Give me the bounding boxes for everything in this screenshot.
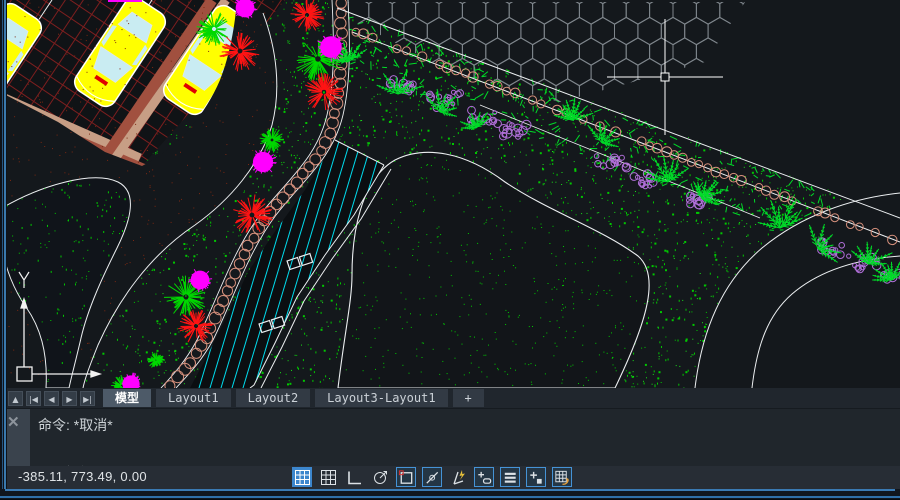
status-bar: -385.11, 773.49, 0.00 (0, 466, 900, 489)
tab-scroll-right[interactable]: ▶ (62, 391, 77, 406)
tab-navigation-buttons: ▲|◀◀▶▶| (8, 391, 95, 406)
layout-tab-layout1[interactable]: Layout1 (156, 389, 231, 407)
grid-display-icon[interactable] (318, 467, 338, 487)
lineweight-icon[interactable] (474, 467, 494, 487)
object-snap-tracking-icon[interactable] (422, 467, 442, 487)
layout-tabs: 模型 Layout1 Layout2Layout3-Layout1 + (103, 389, 484, 407)
snap-grid-icon[interactable] (292, 467, 312, 487)
ortho-mode-icon[interactable] (344, 467, 364, 487)
tab-scroll-last[interactable]: ▶| (80, 391, 95, 406)
annotation-scale-icon[interactable] (552, 467, 572, 487)
command-line-panel[interactable]: ✕ 命令: *取消* 命令: (0, 408, 900, 467)
close-icon[interactable]: ✕ (7, 413, 20, 431)
tab-scroll-left[interactable]: ◀ (44, 391, 59, 406)
window-bottom-frame (0, 489, 900, 500)
object-snap-icon[interactable] (396, 467, 416, 487)
layout-tab-bar: ▲|◀◀▶▶| 模型 Layout1 Layout2Layout3-Layout1 + (0, 388, 900, 408)
window-left-frame (0, 0, 7, 489)
polar-tracking-icon[interactable] (370, 467, 390, 487)
dynamic-ucs-icon[interactable] (448, 467, 468, 487)
cad-application-window: ▲|◀◀▶▶| 模型 Layout1 Layout2Layout3-Layout1 +… (0, 0, 900, 500)
layout-tab-layout2[interactable]: Layout2 (236, 389, 311, 407)
coordinates-readout[interactable]: -385.11, 773.49, 0.00 (18, 469, 147, 484)
quick-properties-icon[interactable] (526, 467, 546, 487)
menu-bar-icon[interactable] (500, 467, 520, 487)
model-space-canvas[interactable] (0, 0, 900, 388)
layout-tab-layout3-layout1[interactable]: Layout3-Layout1 (315, 389, 447, 407)
command-history-line: 命令: *取消* (38, 415, 113, 435)
layout-tab-模型[interactable]: 模型 (103, 389, 151, 407)
drawing-viewport[interactable] (0, 0, 900, 388)
tab-scroll-first[interactable]: |◀ (26, 391, 41, 406)
status-toggle-icons (292, 467, 572, 487)
tab-scroll-up[interactable]: ▲ (8, 391, 23, 406)
layout-tab-new[interactable]: + (453, 389, 484, 407)
